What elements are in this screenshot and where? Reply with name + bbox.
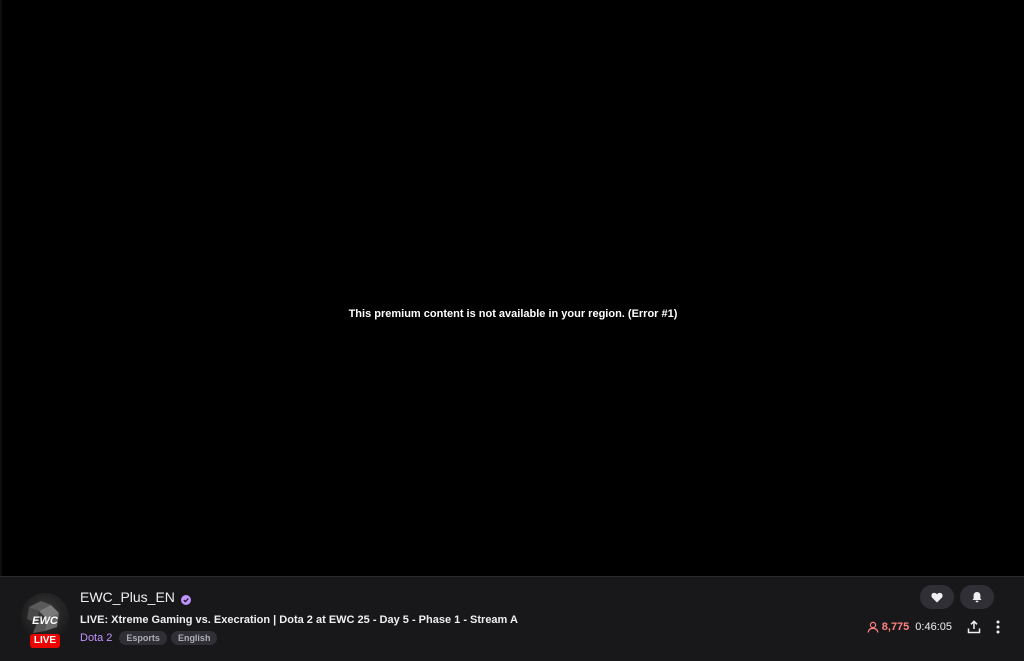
stream-title: LIVE: Xtreme Gaming vs. Execration | Dot… bbox=[80, 614, 518, 626]
tag-english[interactable]: English bbox=[170, 631, 218, 645]
video-player[interactable]: This premium content is not available in… bbox=[2, 0, 1024, 576]
svg-text:EWC: EWC bbox=[32, 615, 59, 627]
viewer-count-value: 8,775 bbox=[881, 621, 910, 633]
tag-esports[interactable]: Esports bbox=[119, 631, 167, 645]
channel-name[interactable]: EWC_Plus_EN bbox=[80, 589, 175, 605]
share-icon bbox=[967, 620, 981, 634]
channel-name-row: EWC_Plus_EN bbox=[80, 589, 191, 605]
channel-avatar-link[interactable]: EWC LIVE bbox=[21, 593, 69, 649]
stream-uptime: 0:46:05 bbox=[915, 621, 952, 633]
follow-button[interactable] bbox=[920, 585, 954, 609]
viewer-count: 8,775 bbox=[867, 621, 910, 633]
viewer-person-icon bbox=[867, 621, 879, 633]
player-error-message: This premium content is not available in… bbox=[348, 308, 678, 320]
stream-stats: 8,775 0:46:05 bbox=[867, 617, 1008, 637]
vertical-ellipsis-icon bbox=[996, 620, 1000, 634]
more-options-button[interactable] bbox=[988, 617, 1008, 637]
game-link[interactable]: Dota 2 bbox=[80, 632, 112, 644]
notifications-button[interactable] bbox=[960, 585, 994, 609]
bell-icon bbox=[972, 592, 982, 603]
stream-meta: Dota 2 Esports English bbox=[80, 631, 221, 645]
channel-info-bar: EWC LIVE EWC_Plus_EN LIVE: Xtreme Gaming… bbox=[0, 576, 1024, 661]
share-button[interactable] bbox=[964, 617, 984, 637]
heart-icon bbox=[931, 592, 943, 602]
verified-badge-icon bbox=[180, 592, 191, 605]
live-badge: LIVE bbox=[30, 634, 60, 648]
